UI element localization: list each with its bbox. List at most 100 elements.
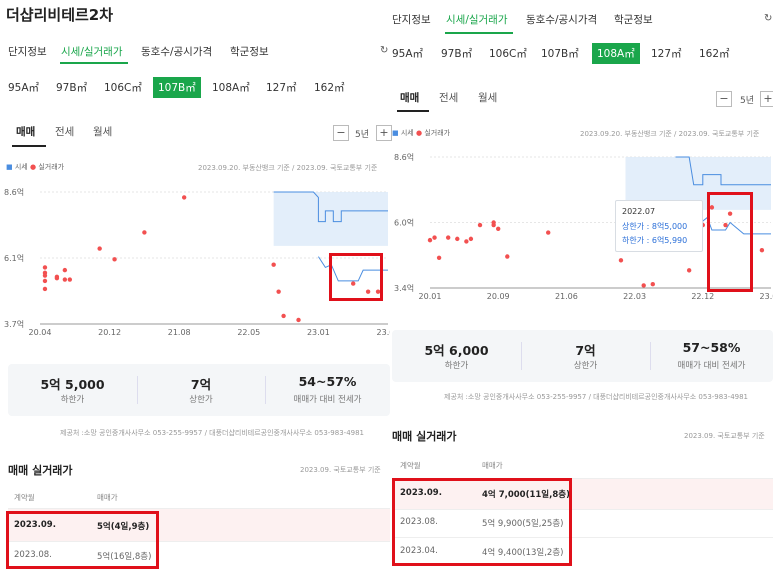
tab-price[interactable]: 시세/실거래가 <box>61 44 123 59</box>
area-option[interactable]: 97B㎡ <box>56 80 87 95</box>
tab-active-underline <box>445 32 513 34</box>
period-minus-button[interactable]: − <box>716 91 732 107</box>
real-price-point <box>281 313 286 319</box>
real-price-point <box>491 222 496 228</box>
real-price-point <box>42 278 48 284</box>
real-price-point <box>67 277 73 282</box>
table-header-price: 매매가 <box>482 461 503 470</box>
chart-source-note: 2023.09.20. 부동산뱅크 기준 / 2023.09. 국토교통부 기준 <box>580 130 760 138</box>
period-plus-button[interactable]: + <box>376 125 392 141</box>
x-tick-label: 22.05 <box>237 328 260 337</box>
provider-note: 제공처 :소망 공인중개사사무소 053-255-9957 / 대풍더샵리비테르… <box>444 393 749 401</box>
sise-legend-label: 시세 <box>400 129 414 137</box>
real-price-point <box>181 195 187 200</box>
real-legend-label: 실거래가 <box>424 129 451 137</box>
real-price-point <box>62 277 68 282</box>
subtab-monthly[interactable]: 월세 <box>478 90 497 105</box>
period-plus-button[interactable]: + <box>760 91 773 107</box>
real-price-point <box>464 239 469 244</box>
sise-legend-label: 시세 <box>14 163 28 171</box>
highlight-box <box>392 478 572 566</box>
stat-upper-value: 7억 <box>575 343 596 358</box>
subtab-active-underline <box>12 145 46 147</box>
stat-upper-label: 상한가 <box>573 361 598 371</box>
area-option[interactable]: 107B㎡ <box>541 46 579 61</box>
real-price-point <box>468 236 474 242</box>
x-tick-label: 23.09 <box>377 328 390 337</box>
tab-complex-info[interactable]: 단지정보 <box>8 44 47 59</box>
table-header-price: 매매가 <box>97 493 118 502</box>
real-price-point <box>650 282 655 287</box>
tab-units-official-price[interactable]: 동호수/공시가격 <box>141 44 212 59</box>
refresh-icon[interactable]: ↻ <box>380 45 388 56</box>
subtab-sale[interactable]: 매매 <box>16 124 35 139</box>
real-price-point <box>142 230 147 235</box>
sales-source-date: 2023.09. 국토교통부 기준 <box>684 432 765 440</box>
table-header-month: 계약월 <box>14 493 35 502</box>
tooltip-upper: 상한가 : 8억5,000 <box>622 222 688 231</box>
real-price-point <box>97 246 102 251</box>
real-price-point <box>432 235 437 240</box>
table-header-month: 계약월 <box>400 461 421 470</box>
subtab-jeonse[interactable]: 전세 <box>55 124 74 139</box>
y-tick-label: 6.1억 <box>4 253 24 263</box>
stat-ratio-value: 57~58% <box>682 340 741 355</box>
area-option[interactable]: 108A㎡ <box>212 80 250 95</box>
highlight-box <box>707 192 753 292</box>
real-legend-marker: ● <box>415 129 423 137</box>
x-tick-label: 22.03 <box>623 292 646 301</box>
subtab-monthly[interactable]: 월세 <box>93 124 112 139</box>
real-price-point <box>618 258 624 263</box>
x-tick-label: 20.04 <box>29 328 52 337</box>
tab-units-official-price[interactable]: 동호수/공시가격 <box>526 12 597 27</box>
area-option[interactable]: 127㎡ <box>266 80 297 95</box>
area-option[interactable]: 97B㎡ <box>441 46 472 61</box>
real-price-point <box>455 236 460 242</box>
tab-price[interactable]: 시세/실거래가 <box>446 12 508 27</box>
period-minus-button[interactable]: − <box>333 125 349 141</box>
real-price-point <box>296 317 301 323</box>
real-price-point <box>445 235 451 240</box>
area-option[interactable]: 106C㎡ <box>489 46 527 61</box>
area-option[interactable]: 107B㎡ <box>153 77 201 98</box>
sise-legend-marker: ■ <box>6 163 13 171</box>
provider-note: 제공처 :소망 공인중개사사무소 053-255-9957 / 대풍더샵리비테르… <box>60 429 365 437</box>
tooltip-lower: 하한가 : 6억5,990 <box>622 236 688 245</box>
y-tick-label: 3.7억 <box>4 319 24 329</box>
real-price-point <box>496 226 501 231</box>
real-price-point <box>54 276 60 281</box>
tab-complex-info[interactable]: 단지정보 <box>392 12 431 27</box>
area-option[interactable]: 162㎡ <box>314 80 345 95</box>
sise-legend-marker: ■ <box>392 129 399 137</box>
area-option[interactable]: 108A㎡ <box>592 43 640 64</box>
x-tick-label: 21.08 <box>168 328 191 337</box>
real-price-point <box>42 286 48 292</box>
chart-legend: ■ 시세 ● 실거래가 <box>392 128 450 138</box>
real-price-point <box>759 248 765 253</box>
stat-upper-value: 7억 <box>190 377 212 392</box>
stat-ratio-label: 매매가 대비 전세가 <box>293 395 362 405</box>
area-option[interactable]: 95A㎡ <box>8 80 39 95</box>
subtab-jeonse[interactable]: 전세 <box>439 90 458 105</box>
area-option[interactable]: 106C㎡ <box>104 80 142 95</box>
real-price-point <box>505 254 510 259</box>
sales-source-date: 2023.09. 국토교통부 기준 <box>300 466 381 474</box>
tab-school-info[interactable]: 학군정보 <box>230 44 269 59</box>
stat-lower-label: 하한가 <box>444 361 469 371</box>
real-price-point <box>42 265 48 270</box>
refresh-icon[interactable]: ↻ <box>764 13 772 24</box>
x-tick-label: 20.09 <box>487 292 510 301</box>
tab-school-info[interactable]: 학군정보 <box>614 12 653 27</box>
x-tick-label: 22.12 <box>691 292 714 301</box>
real-price-point <box>112 257 117 262</box>
area-option[interactable]: 95A㎡ <box>392 46 423 61</box>
subtab-sale[interactable]: 매매 <box>400 90 419 105</box>
price-range-band <box>273 192 388 246</box>
y-tick-label: 3.4억 <box>394 283 414 293</box>
chart-source-note: 2023.09.20. 부동산뱅크 기준 / 2023.09. 국토교통부 기준 <box>198 164 378 172</box>
area-option[interactable]: 162㎡ <box>699 46 730 61</box>
real-legend-marker: ● <box>29 163 37 171</box>
real-price-point <box>271 262 276 267</box>
area-option[interactable]: 127㎡ <box>651 46 682 61</box>
sales-section-title: 매매 실거래가 <box>8 464 73 477</box>
